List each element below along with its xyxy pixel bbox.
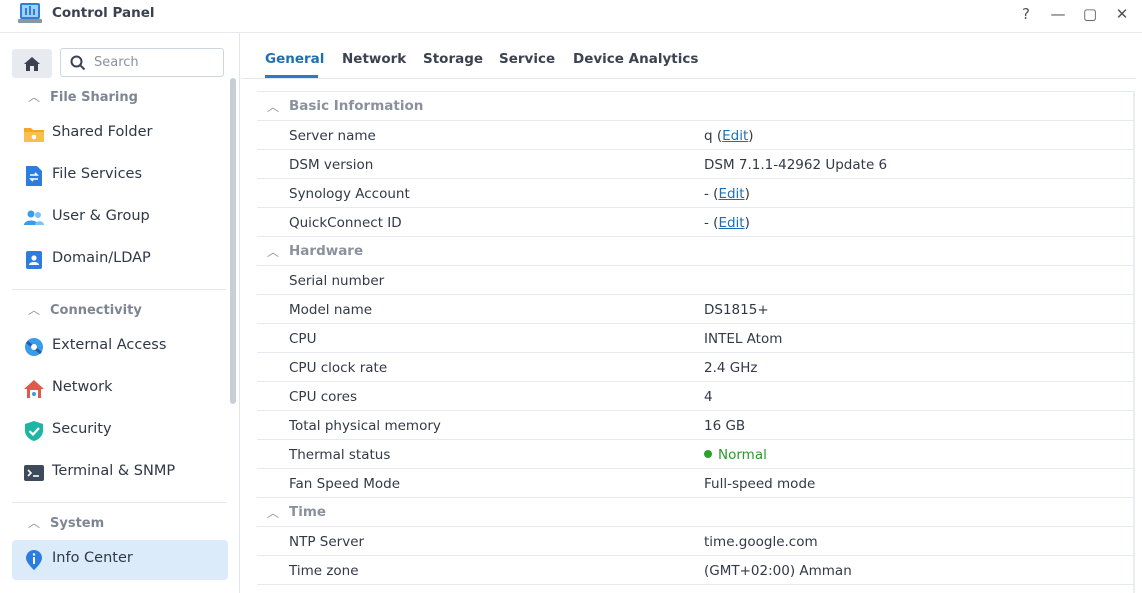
search-input[interactable]: Search xyxy=(60,48,224,77)
row-ntp-server: NTP Server time.google.com xyxy=(257,527,1133,556)
sidebar-item-file-services[interactable]: File Services xyxy=(12,156,228,196)
sidebar-item-security[interactable]: Security xyxy=(12,411,228,451)
status-dot-icon xyxy=(704,450,712,458)
file-services-icon xyxy=(26,166,42,186)
tab-device-analytics[interactable]: Device Analytics xyxy=(573,51,698,67)
chevron-up-icon: ︿ xyxy=(267,506,280,520)
content-scrollbar[interactable] xyxy=(1133,91,1135,593)
chevron-up-icon: ︿ xyxy=(28,516,41,530)
chevron-up-icon: ︿ xyxy=(267,245,280,259)
sidebar-item-info-center[interactable]: Info Center xyxy=(12,540,228,580)
home-icon xyxy=(24,57,40,71)
group-file-sharing[interactable]: ︿ File Sharing xyxy=(28,88,138,108)
close-button[interactable]: ✕ xyxy=(1111,4,1133,24)
edit-quickconnect-link[interactable]: Edit xyxy=(718,215,744,231)
row-total-memory: Total physical memory 16 GB xyxy=(257,411,1133,440)
sidebar-item-external-access[interactable]: External Access xyxy=(12,327,228,367)
chevron-up-icon: ︿ xyxy=(28,303,41,317)
value-server-name: q (Edit) xyxy=(704,128,754,144)
sidebar-scrollbar[interactable] xyxy=(230,78,236,404)
minimize-button[interactable]: — xyxy=(1047,4,1069,24)
sidebar-item-domain-ldap[interactable]: Domain/LDAP xyxy=(12,240,228,280)
value-synology-account: - (Edit) xyxy=(704,186,750,202)
sidebar: Search ︿ File Sharing Shared Folder File … xyxy=(0,33,240,593)
terminal-icon xyxy=(24,465,44,481)
row-dsm-version: DSM version DSM 7.1.1-42962 Update 6 xyxy=(257,150,1133,179)
tab-bar: General Network Storage Service Device A… xyxy=(241,33,1136,79)
window-title: Control Panel xyxy=(52,5,155,21)
row-cpu-clock-rate: CPU clock rate 2.4 GHz xyxy=(257,353,1133,382)
home-button[interactable] xyxy=(12,49,52,78)
search-icon xyxy=(70,55,86,71)
value-quickconnect-id: - (Edit) xyxy=(704,215,750,231)
row-server-name: Server name q (Edit) xyxy=(257,121,1133,150)
section-hardware[interactable]: ︿ Hardware xyxy=(257,237,1133,266)
section-time[interactable]: ︿ Time xyxy=(257,498,1133,527)
row-cpu-cores: CPU cores 4 xyxy=(257,382,1133,411)
group-connectivity[interactable]: ︿ Connectivity xyxy=(28,301,142,321)
row-thermal-status: Thermal status Normal xyxy=(257,440,1133,469)
shield-icon xyxy=(25,421,43,441)
thermal-status-badge: Normal xyxy=(704,447,767,463)
tab-general[interactable]: General xyxy=(265,51,324,67)
sidebar-item-user-group[interactable]: User & Group xyxy=(12,198,228,238)
domain-ldap-icon xyxy=(26,251,42,269)
row-quickconnect-id: QuickConnect ID - (Edit) xyxy=(257,208,1133,237)
network-icon xyxy=(24,380,44,398)
row-serial-number: Serial number xyxy=(257,266,1133,295)
control-panel-icon xyxy=(18,3,42,23)
edit-synology-account-link[interactable]: Edit xyxy=(718,186,744,202)
row-time-zone: Time zone (GMT+02:00) Amman xyxy=(257,556,1133,585)
row-model-name: Model name DS1815+ xyxy=(257,295,1133,324)
external-access-icon xyxy=(25,338,43,356)
chevron-up-icon: ︿ xyxy=(28,90,41,104)
row-synology-account: Synology Account - (Edit) xyxy=(257,179,1133,208)
row-cpu: CPU INTEL Atom xyxy=(257,324,1133,353)
sidebar-item-terminal-snmp[interactable]: Terminal & SNMP xyxy=(12,453,228,493)
help-button[interactable]: ? xyxy=(1015,4,1037,24)
active-tab-indicator xyxy=(265,75,318,78)
user-group-icon xyxy=(24,210,44,225)
row-fan-speed-mode: Fan Speed Mode Full-speed mode xyxy=(257,469,1133,498)
search-placeholder: Search xyxy=(94,55,139,70)
group-system[interactable]: ︿ System xyxy=(28,514,104,534)
chevron-up-icon: ︿ xyxy=(267,100,280,114)
edit-server-name-link[interactable]: Edit xyxy=(722,128,748,144)
tab-network[interactable]: Network xyxy=(342,51,406,67)
tab-storage[interactable]: Storage xyxy=(423,51,483,67)
sidebar-item-network[interactable]: Network xyxy=(12,369,228,409)
info-panel: ︿ Basic Information Server name q (Edit)… xyxy=(257,91,1133,593)
sidebar-item-shared-folder[interactable]: Shared Folder xyxy=(12,114,228,154)
sidebar-divider xyxy=(12,289,226,290)
section-basic-information[interactable]: ︿ Basic Information xyxy=(257,92,1133,121)
title-bar: Control Panel ? — ▢ ✕ xyxy=(0,0,1142,33)
tab-service[interactable]: Service xyxy=(499,51,555,67)
maximize-button[interactable]: ▢ xyxy=(1079,4,1101,24)
sidebar-divider xyxy=(12,502,226,503)
shared-folder-icon xyxy=(24,128,44,142)
info-icon xyxy=(26,550,42,570)
